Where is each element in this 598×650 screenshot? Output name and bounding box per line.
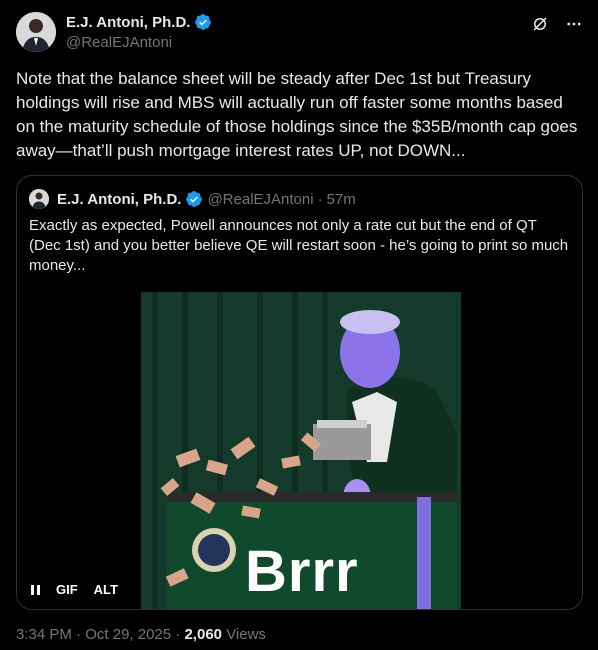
alt-button[interactable]: ALT: [94, 582, 118, 597]
author-avatar[interactable]: [16, 12, 56, 52]
verified-badge-icon: [194, 13, 212, 31]
tweet-actions-top: [530, 14, 584, 34]
tweet-meta: 3:34 PM · Oct 29, 2025 · 2,060 Views: [16, 626, 266, 643]
tweet-text: Note that the balance sheet will be stea…: [16, 69, 578, 160]
quoted-author-handle: @RealEJAntoni: [207, 190, 314, 208]
separator-dot: ·: [175, 626, 181, 643]
tweet-time[interactable]: 3:34 PM: [16, 626, 72, 643]
separator-dot: ·: [76, 626, 82, 643]
pause-icon[interactable]: [31, 584, 40, 595]
gif-caption: Brrr: [245, 539, 359, 604]
views-label: Views: [226, 626, 266, 643]
separator-dot: ·: [317, 190, 323, 208]
author-name-row[interactable]: E.J. Antoni, Ph.D.: [66, 13, 212, 31]
views-count[interactable]: 2,060: [184, 626, 222, 643]
quoted-tweet-age: 57m: [326, 190, 356, 208]
grok-icon[interactable]: [530, 14, 550, 34]
verified-badge-icon: [185, 190, 203, 208]
quoted-tweet-header: E.J. Antoni, Ph.D. @RealEJAntoni · 57m: [29, 189, 356, 209]
gif-media[interactable]: Brrr GIF ALT: [17, 292, 582, 609]
quoted-tweet-text: Exactly as expected, Powell announces no…: [29, 217, 569, 274]
tweet: E.J. Antoni, Ph.D. @RealEJAntoni Note th…: [0, 0, 598, 650]
more-icon[interactable]: [564, 14, 584, 34]
author-name[interactable]: E.J. Antoni, Ph.D.: [66, 14, 190, 31]
media-controls: GIF ALT: [31, 582, 118, 597]
quoted-tweet[interactable]: E.J. Antoni, Ph.D. @RealEJAntoni · 57m E…: [16, 175, 583, 610]
quoted-author-name: E.J. Antoni, Ph.D.: [57, 190, 182, 208]
quoted-author-avatar: [29, 189, 49, 209]
gif-badge: GIF: [56, 582, 78, 597]
author-handle[interactable]: @RealEJAntoni: [66, 34, 172, 51]
tweet-date[interactable]: Oct 29, 2025: [85, 626, 171, 643]
